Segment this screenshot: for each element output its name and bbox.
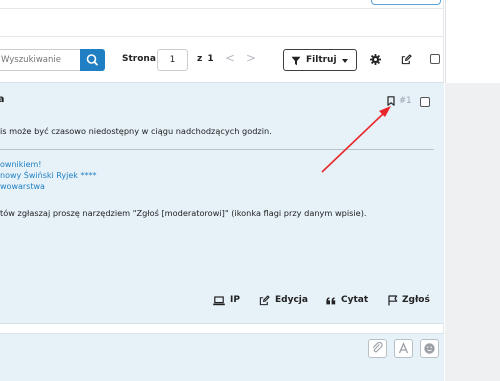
signature-line[interactable]: nowy Świński Ryjek **** [0, 171, 96, 180]
ip-label: IP [230, 295, 240, 305]
edit-icon[interactable] [401, 54, 412, 65]
attach-button[interactable] [368, 339, 387, 358]
right-gutter [445, 0, 500, 381]
post-text: is może być czasowo niedostępny w ciągu … [0, 126, 272, 136]
flag-icon [388, 295, 398, 306]
page-number-input[interactable]: 1 [157, 49, 188, 71]
paperclip-icon [372, 341, 383, 353]
gutter-top [445, 0, 500, 83]
quote-button[interactable]: Cytat [326, 293, 371, 309]
edit-label: Edycja [275, 295, 308, 305]
post-number-link[interactable]: #1 [399, 96, 412, 106]
signature-divider [0, 149, 434, 150]
search-button[interactable] [80, 49, 105, 71]
search-input[interactable] [0, 49, 80, 71]
laptop-icon [213, 296, 225, 306]
ip-button[interactable]: IP [213, 293, 240, 309]
divider [0, 8, 444, 9]
report-button[interactable]: Zgłoś [388, 293, 430, 309]
quote-icon [326, 297, 336, 305]
page-label: Strona [122, 54, 156, 64]
search-icon [86, 54, 98, 66]
report-label: Zgłoś [402, 295, 430, 305]
post: a #1 is może być czasowo niedostępny w c… [0, 82, 444, 324]
main-content: Strona 1 z 1 < > Filtruj a #1 is może by… [0, 0, 444, 381]
next-page-button[interactable]: > [246, 51, 256, 65]
post-select-checkbox[interactable] [420, 97, 430, 107]
edit-icon [259, 295, 270, 306]
bookmark-icon[interactable] [387, 96, 395, 106]
filter-button[interactable]: Filtruj [283, 49, 357, 71]
divider [0, 36, 444, 37]
page-total-label: z 1 [197, 54, 215, 64]
reply-editor-toolbar [0, 333, 444, 381]
funnel-icon [291, 56, 301, 66]
top-action-button[interactable] [371, 0, 441, 5]
quote-label: Cytat [341, 295, 369, 305]
prev-page-button[interactable]: < [225, 51, 235, 65]
emoji-button[interactable] [420, 339, 439, 358]
filter-label: Filtruj [306, 55, 337, 65]
signature-line[interactable]: ownikiem! [0, 160, 42, 169]
font-button[interactable] [394, 339, 413, 358]
gear-icon[interactable] [370, 54, 381, 65]
font-icon [398, 342, 409, 354]
edit-post-button[interactable]: Edycja [259, 293, 308, 309]
post-text: tów zgłaszaj proszę narzędziem "Zgłoś [m… [0, 208, 367, 218]
post-author[interactable]: a [0, 94, 4, 105]
signature-line[interactable]: wowarstwa [0, 182, 45, 191]
select-all-checkbox[interactable] [430, 54, 440, 64]
emoji-icon [424, 343, 435, 354]
chevron-down-icon [342, 59, 348, 63]
